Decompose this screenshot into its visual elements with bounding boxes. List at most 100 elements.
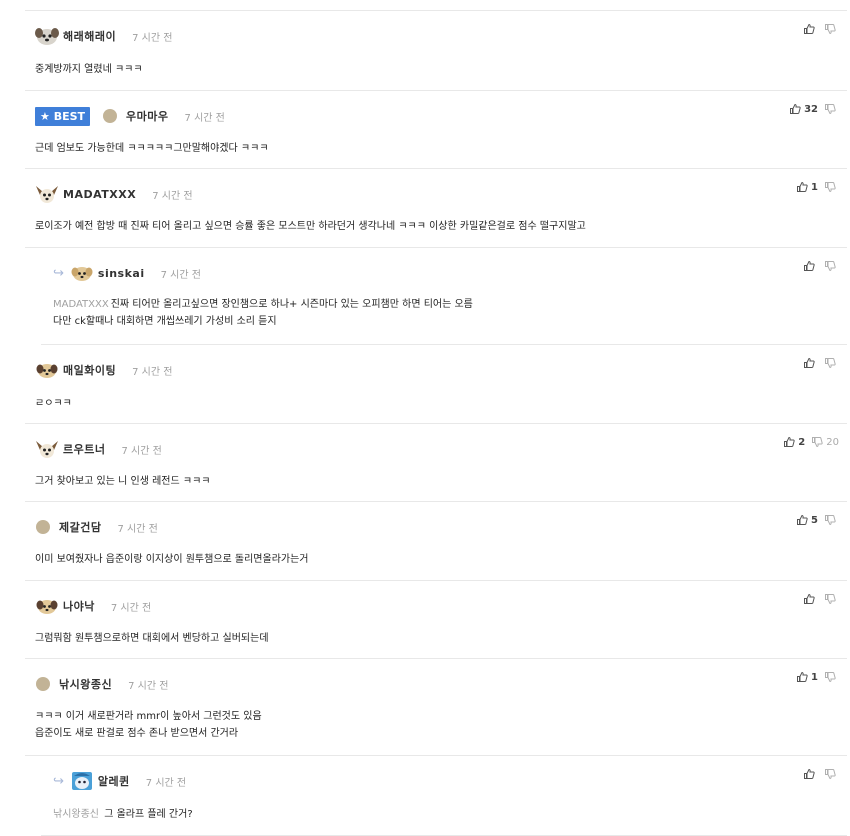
vote-group xyxy=(797,260,839,272)
upvote-button[interactable] xyxy=(803,593,818,605)
comment-time: 7 시간 전 xyxy=(110,602,152,614)
downvote-count: 20 xyxy=(826,436,839,448)
comment-body: 로이조가 예전 합방 때 진짜 티어 올리고 싶으면 승률 좋은 모스트만 하라… xyxy=(35,218,586,235)
thumbs-down-icon xyxy=(824,593,836,605)
upvote-button[interactable] xyxy=(803,357,818,369)
downvote-button[interactable] xyxy=(824,260,839,272)
avatar-chihuahua-icon[interactable] xyxy=(35,184,59,204)
comment-header: 르우트너 7 시간 전 xyxy=(35,438,162,460)
comment-header: 해래해래이 7 시간 전 xyxy=(35,25,172,47)
downvote-button[interactable]: 20 xyxy=(811,436,839,448)
thumbs-down-icon xyxy=(824,768,836,780)
avatar-default-icon[interactable] xyxy=(35,519,51,535)
comment-header: ↪ sinskai 7 시간 전 xyxy=(53,262,201,284)
comment-author[interactable]: 해래해래이 xyxy=(63,28,116,44)
reply-arrow-icon: ↪ xyxy=(53,265,64,281)
downvote-button[interactable] xyxy=(824,23,839,35)
thumbs-up-icon xyxy=(803,260,815,272)
comment-author[interactable]: 매일화이팅 xyxy=(63,362,116,378)
thumbs-up-icon xyxy=(796,181,808,193)
upvote-count: 1 xyxy=(811,181,818,193)
thumbs-up-icon xyxy=(796,514,808,526)
comment-text: 중계방까지 열렸네 ㅋㅋㅋ xyxy=(35,64,143,75)
comment-author[interactable]: MADATXXX xyxy=(63,188,136,201)
comment-text-line: MADATXXX 진짜 티어만 올리고싶으면 장인챔으로 하나+ 시즌마다 있는 … xyxy=(53,299,473,310)
comment-item: 제갈건담 7 시간 전 5 이미 보여줬자나 읍준이랑 이지상이 원투챔으로 돌… xyxy=(25,502,847,581)
comment-body: MADATXXX 진짜 티어만 올리고싶으면 장인챔으로 하나+ 시즌마다 있는 … xyxy=(53,296,473,330)
upvote-count: 2 xyxy=(798,436,806,448)
reply-arrow-icon: ↪ xyxy=(53,773,64,789)
reply-item: ↪ 알레퀸 7 시간 전 낚시왕종신 그 올라프 플레 간거? xyxy=(41,756,847,836)
comment-body: 그럼뭐함 원투챔으로하면 대회에서 벤당하고 실버되는데 xyxy=(35,630,269,647)
thumbs-up-icon xyxy=(803,768,815,780)
comment-item: 낚시왕종신 7 시간 전 1 ㅋㅋㅋ 이거 새로판거라 mmr이 높아서 그런것… xyxy=(25,659,847,756)
upvote-button[interactable]: 1 xyxy=(796,671,818,683)
comment-author[interactable]: 르우트너 xyxy=(63,441,105,457)
comment-text: 그거 찾아보고 있는 니 인생 레전드 ㅋㅋㅋ xyxy=(35,476,211,487)
downvote-button[interactable] xyxy=(824,103,839,115)
avatar-puppy-icon[interactable] xyxy=(70,263,94,283)
comment-author[interactable]: 제갈건담 xyxy=(59,519,101,535)
comment-body: 낚시왕종신 그 올라프 플레 간거? xyxy=(53,806,193,823)
comment-time: 7 시간 전 xyxy=(145,777,187,789)
comment-time: 7 시간 전 xyxy=(184,112,225,124)
comment-author[interactable]: 나야낙 xyxy=(63,598,95,614)
upvote-button[interactable] xyxy=(803,23,818,35)
comment-header: 나야낙 7 시간 전 xyxy=(35,595,151,617)
comment-time: 7 시간 전 xyxy=(160,269,201,281)
thumbs-down-icon xyxy=(824,671,836,683)
upvote-button[interactable]: 2 xyxy=(783,436,805,448)
comment-text-line: 다만 ck할때나 대회하면 개씹쓰레기 가성비 소리 듣지 xyxy=(53,316,277,327)
downvote-button[interactable] xyxy=(824,514,839,526)
upvote-button[interactable]: 32 xyxy=(789,103,818,115)
comment-item: ★ BEST 우마마우 7 시간 전 32 근데 엄보도 가능한데 ㅋㅋㅋㅋㅋ그… xyxy=(25,91,847,169)
mention-author[interactable]: MADATXXX xyxy=(53,299,109,310)
comment-item: 매일화이팅 7 시간 전 ㄹㅇㅋㅋ xyxy=(25,345,847,424)
downvote-button[interactable] xyxy=(824,671,839,683)
avatar-puppy-icon[interactable] xyxy=(35,596,59,616)
comment-body: ㄹㅇㅋㅋ xyxy=(35,395,72,412)
avatar-puppy-icon[interactable] xyxy=(35,360,59,380)
thumbs-down-icon xyxy=(824,181,836,193)
comment-header: ★ BEST 우마마우 7 시간 전 xyxy=(35,105,225,127)
vote-group: 5 xyxy=(790,514,839,526)
thumbs-up-icon xyxy=(803,23,815,35)
avatar-dog-icon[interactable] xyxy=(35,26,59,46)
avatar-character-icon[interactable] xyxy=(70,771,94,791)
comment-item: MADATXXX 7 시간 전 1 로이조가 예전 합방 때 진짜 티어 올리고… xyxy=(25,169,847,248)
comment-text: 로이조가 예전 합방 때 진짜 티어 올리고 싶으면 승률 좋은 모스트만 하라… xyxy=(35,221,586,232)
comment-author[interactable]: 우마마우 xyxy=(126,108,168,124)
reply-item: ↪ sinskai 7 시간 전 MADATXXX 진짜 티어만 올리고싶으면 … xyxy=(41,248,847,345)
comment-text: ㄹㅇㅋㅋ xyxy=(35,398,72,409)
avatar-default-icon[interactable] xyxy=(102,108,118,124)
comment-item: 나야낙 7 시간 전 그럼뭐함 원투챔으로하면 대회에서 벤당하고 실버되는데 xyxy=(25,581,847,659)
mention-author[interactable]: 낚시왕종신 xyxy=(53,809,99,820)
downvote-button[interactable] xyxy=(824,357,839,369)
avatar-chihuahua-icon[interactable] xyxy=(35,439,59,459)
upvote-button[interactable] xyxy=(803,260,818,272)
thumbs-up-icon xyxy=(796,671,808,683)
thumbs-up-icon xyxy=(803,593,815,605)
downvote-button[interactable] xyxy=(824,593,839,605)
upvote-button[interactable] xyxy=(803,768,818,780)
downvote-button[interactable] xyxy=(824,181,839,193)
thumbs-up-icon xyxy=(789,103,801,115)
downvote-button[interactable] xyxy=(824,768,839,780)
avatar-default-icon[interactable] xyxy=(35,676,51,692)
comment-time: 7 시간 전 xyxy=(121,445,162,457)
comment-author[interactable]: 알레퀸 xyxy=(98,773,130,789)
upvote-button[interactable]: 1 xyxy=(796,181,818,193)
upvote-button[interactable]: 5 xyxy=(796,514,818,526)
comment-author[interactable]: 낚시왕종신 xyxy=(59,676,112,692)
vote-group: 1 xyxy=(790,671,839,683)
comment-header: 매일화이팅 7 시간 전 xyxy=(35,359,172,381)
comment-body: ㅋㅋㅋ 이거 새로판거라 mmr이 높아서 그런것도 있음 읍준이도 새로 판걸… xyxy=(35,708,262,742)
comment-header: 제갈건담 7 시간 전 xyxy=(35,516,158,538)
comment-author[interactable]: sinskai xyxy=(98,267,145,280)
vote-group xyxy=(797,768,839,780)
vote-group: 1 xyxy=(790,181,839,193)
best-badge: ★ BEST xyxy=(35,106,91,126)
upvote-count: 1 xyxy=(811,671,818,683)
comment-item: 르우트너 7 시간 전 2 20 그거 찾아보고 있는 니 인생 레전드 ㅋㅋㅋ xyxy=(25,424,847,502)
star-icon: ★ xyxy=(40,109,50,123)
